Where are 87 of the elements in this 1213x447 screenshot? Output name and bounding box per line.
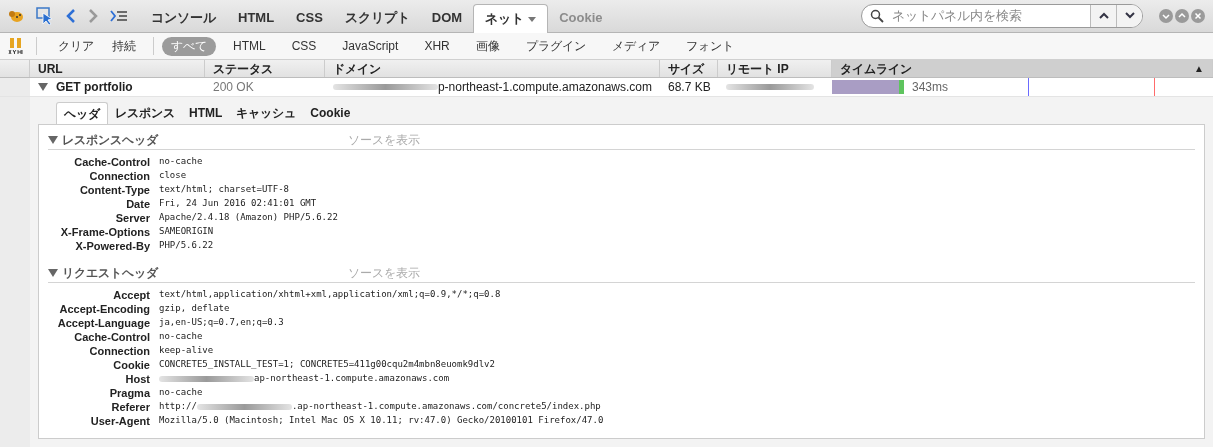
toolbar-button[interactable]: クリア xyxy=(49,36,103,56)
header-name: Connection xyxy=(88,168,150,184)
search-icon xyxy=(870,8,884,23)
header-name: Content-Type xyxy=(78,182,150,198)
header-name: X-Frame-Options xyxy=(59,224,150,240)
timing-label: 343ms xyxy=(912,79,949,96)
column-header[interactable]: ステータス xyxy=(205,60,325,77)
section-toggle[interactable]: リクエストヘッダ xyxy=(48,263,348,282)
column-header[interactable]: サイズ xyxy=(660,60,718,77)
header-value: .ap-northeast-1.compute.amazonaws.com/concrete5/index.php xyxy=(291,400,601,414)
detail-tab[interactable]: ヘッダ xyxy=(56,102,108,124)
next-match-icon[interactable] xyxy=(1124,12,1135,19)
header-value: close xyxy=(159,169,187,183)
panel-tab[interactable]: DOM xyxy=(420,3,474,32)
column-header[interactable]: URL xyxy=(30,60,205,77)
header-name: Date xyxy=(125,196,150,212)
sort-arrow: ▲ xyxy=(1194,62,1204,76)
header-name: Cache-Control xyxy=(73,329,150,345)
header-name: Referer xyxy=(110,399,150,415)
detail-tab[interactable]: Cookie xyxy=(303,102,358,124)
bug-icon[interactable] xyxy=(8,8,24,23)
filter-button[interactable]: フォント xyxy=(676,36,743,56)
header-name: Server xyxy=(114,210,150,226)
header-value: no-cache xyxy=(159,330,203,344)
url-cell[interactable]: GET portfolio xyxy=(30,78,205,96)
detail-tab[interactable]: キャッシュ xyxy=(229,102,304,124)
filter-button[interactable]: 画像 xyxy=(466,36,509,56)
header-value: no-cache xyxy=(159,155,203,169)
column-header[interactable]: ドメイン xyxy=(325,60,660,77)
filter-button[interactable]: XHR xyxy=(415,36,459,56)
header-name: Cache-Control xyxy=(73,154,150,170)
detach-icon[interactable] xyxy=(1175,8,1189,23)
search-box[interactable]: ネットパネル内を検索 xyxy=(861,3,1143,28)
detail-tab[interactable]: HTML xyxy=(182,102,230,124)
panel-tab[interactable]: ネット xyxy=(473,4,549,33)
header-name: Accept-Language xyxy=(56,315,150,331)
search-field[interactable]: ネットパネル内を検索 xyxy=(892,5,1090,26)
header-value: text/html,application/xhtml+xml,application/xml;q=0.9,*/*;q=0.8 xyxy=(159,288,501,302)
inspect-cursor-icon[interactable] xyxy=(36,6,54,25)
header-value: text/html; charset=UTF-8 xyxy=(159,183,290,197)
panel-tab[interactable]: CSS xyxy=(285,3,334,32)
header-value: ja,en-US;q=0.7,en;q=0.3 xyxy=(159,316,284,330)
domain-cell-text: p-northeast-1.compute.amazonaws.com xyxy=(437,79,652,96)
header-value: ap-northeast-1.compute.amazonaws.com xyxy=(254,372,450,386)
panel-tab[interactable]: スクリプト xyxy=(333,3,421,32)
status-cell-text: 200 OK xyxy=(212,79,255,96)
collapse-triangle-icon[interactable] xyxy=(48,267,58,278)
header-name: Connection xyxy=(88,343,150,359)
filter-button[interactable]: CSS xyxy=(282,36,326,56)
command-line-icon[interactable] xyxy=(110,9,128,22)
header-name: Accept-Encoding xyxy=(58,301,150,317)
header-name: Pragma xyxy=(108,385,150,401)
panel-tab[interactable]: HTML xyxy=(227,3,286,32)
header-name: Host xyxy=(124,371,150,387)
header-value: SAMEORIGIN xyxy=(159,225,214,239)
header-name: User-Agent xyxy=(89,413,150,429)
caret-icon xyxy=(528,16,537,22)
header-value: Apache/2.4.18 (Amazon) PHP/5.6.22 xyxy=(159,211,338,225)
previous-match-icon[interactable] xyxy=(1098,12,1109,19)
collapse-triangle-icon[interactable] xyxy=(48,134,58,145)
filter-button[interactable]: プラグイン xyxy=(516,36,595,56)
timeline-bar xyxy=(832,80,904,94)
column-header[interactable]: タイムライン ▲ xyxy=(832,60,1213,77)
close-icon[interactable] xyxy=(1191,8,1205,23)
detail-tab[interactable]: レスポンス xyxy=(108,102,182,124)
xhr-pause-icon[interactable] xyxy=(8,37,24,55)
size-cell-text: 68.7 KB xyxy=(667,79,712,96)
header-value: Fri, 24 Jun 2016 02:41:01 GMT xyxy=(159,197,317,211)
header-value: http:// xyxy=(159,400,197,414)
section-toggle[interactable]: レスポンスヘッダ xyxy=(48,130,348,149)
header-value: keep-alive xyxy=(159,344,214,358)
back-icon[interactable] xyxy=(66,7,76,24)
minimize-icon[interactable] xyxy=(1159,8,1173,23)
header-value: Mozilla/5.0 (Macintosh; Intel Mac OS X 10.11; rv:47.0) Gecko/20100101 Firefox/47.0 xyxy=(159,414,604,428)
header-name: Accept xyxy=(112,287,150,303)
header-value: no-cache xyxy=(159,386,203,400)
header-value: gzip, deflate xyxy=(159,302,230,316)
header-value: CONCRETE5_INSTALL_TEST=1; CONCRETE5=411g00cqu2m4mbn8euomk9dlv2 xyxy=(159,358,495,372)
filter-button[interactable]: JavaScript xyxy=(333,36,408,56)
toolbar-button[interactable]: 持続 xyxy=(103,36,145,56)
header-name: X-Powered-By xyxy=(74,238,150,254)
expand-triangle-icon[interactable] xyxy=(38,82,48,92)
header-value: PHP/5.6.22 xyxy=(159,239,214,253)
panel-tab[interactable]: コンソール xyxy=(140,3,227,32)
header-name: Cookie xyxy=(112,357,150,373)
filter-button[interactable]: HTML xyxy=(224,36,275,56)
filter-button[interactable]: メディア xyxy=(602,36,669,56)
